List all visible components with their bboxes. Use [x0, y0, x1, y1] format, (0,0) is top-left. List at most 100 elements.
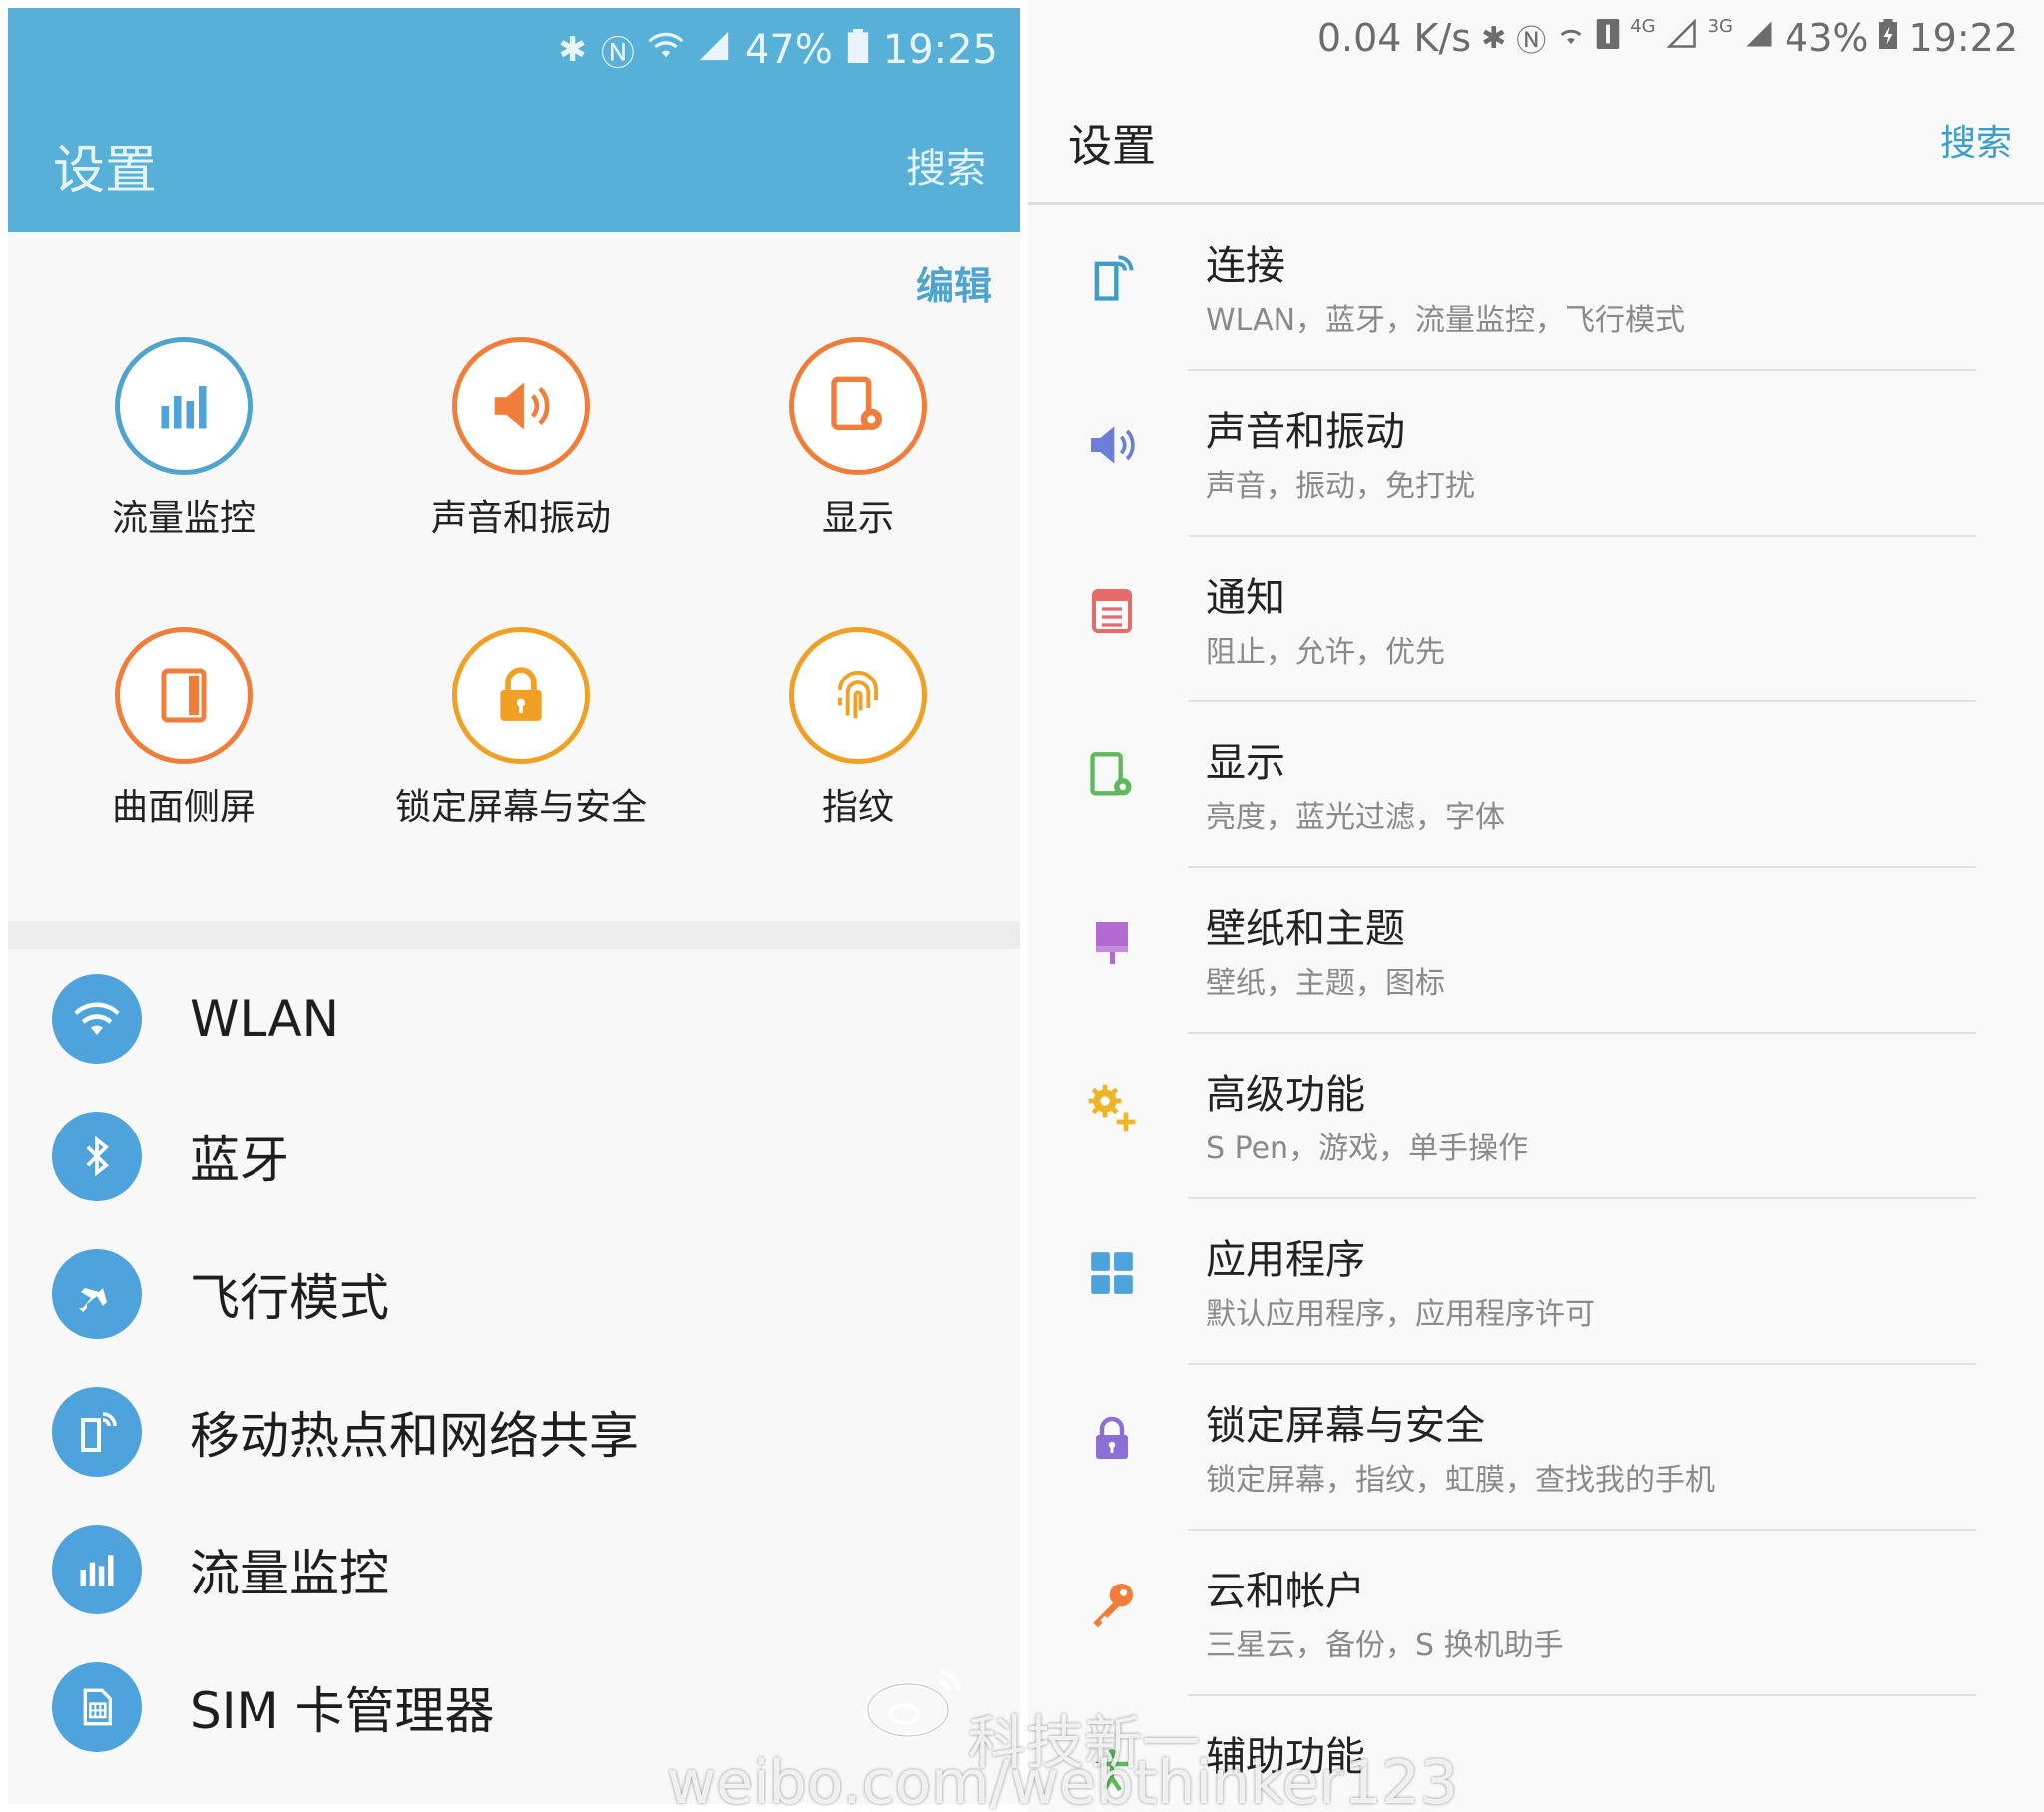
- battery-percent: 47%: [744, 27, 833, 73]
- right-status-bar: 0.04 K/s ✱ Ⓝ 4G 3G 43% 19:22: [1317, 10, 2018, 66]
- quick-lock-security[interactable]: 锁定屏幕与安全: [352, 627, 690, 866]
- quick-label: 显示: [821, 498, 894, 539]
- quick-label: 声音和振动: [430, 498, 611, 539]
- speaker-icon: [452, 337, 590, 475]
- advanced-gear-icon: [1084, 1076, 1140, 1139]
- notifications-icon: [1084, 579, 1140, 643]
- signal-icon: [697, 29, 731, 72]
- settings-item-connections[interactable]: 连接 WLAN，蓝牙，流量监控，飞行模式: [1028, 206, 2044, 371]
- status-time: 19:22: [1908, 16, 2018, 60]
- wifi-icon: [52, 974, 142, 1064]
- settings-item-wallpaper-themes[interactable]: 壁纸和主题 壁纸，主题，图标: [1028, 868, 2044, 1034]
- list-item-label: 飞行模式: [190, 1269, 389, 1327]
- accessibility-icon: [1084, 1738, 1140, 1802]
- quick-fingerprint[interactable]: 指纹: [690, 627, 1020, 866]
- settings-item-accessibility[interactable]: 辅助功能: [1028, 1696, 2044, 1812]
- quick-data-usage[interactable]: 流量监控: [15, 337, 352, 577]
- settings-item-title: 连接: [1206, 243, 1285, 289]
- settings-item-title: 声音和振动: [1206, 409, 1405, 455]
- battery-charging-icon: [1878, 19, 1898, 57]
- left-status-bar: ✱ Ⓝ 47% 19:25: [558, 20, 998, 80]
- search-button[interactable]: 搜索: [1940, 114, 2012, 166]
- network-type-2: 3G: [1707, 16, 1734, 37]
- quick-label: 曲面侧屏: [111, 787, 256, 828]
- speaker-icon: [1084, 413, 1140, 477]
- list-item-label: 流量监控: [190, 1545, 389, 1602]
- sim1-icon: [1596, 19, 1620, 57]
- quick-edge-screen[interactable]: 曲面侧屏: [15, 627, 352, 866]
- list-item-hotspot[interactable]: 移动热点和网络共享: [8, 1363, 1020, 1501]
- lock-icon: [1084, 1407, 1140, 1471]
- quick-label: 流量监控: [111, 498, 256, 539]
- wifi-status-icon: [1556, 19, 1586, 57]
- list-item-label: SIM 卡管理器: [190, 1682, 495, 1740]
- quick-sound[interactable]: 声音和振动: [352, 337, 690, 577]
- list-item-label: 移动热点和网络共享: [190, 1407, 639, 1465]
- bluetooth-status-icon: ✱: [1481, 20, 1507, 56]
- settings-item-lock-security[interactable]: 锁定屏幕与安全 锁定屏幕，指纹，虹膜，查找我的手机: [1028, 1365, 2044, 1531]
- network-type-1: 4G: [1630, 16, 1656, 37]
- settings-item-notifications[interactable]: 通知 阻止，允许，优先: [1028, 537, 2044, 702]
- left-settings-screen: ✱ Ⓝ 47% 19:25 设置 搜索 编辑 流量监控 声音和振动 显示 曲面侧…: [8, 8, 1020, 1804]
- settings-item-title: 应用程序: [1206, 1237, 1365, 1283]
- quick-label: 锁定屏幕与安全: [394, 787, 647, 828]
- lock-icon: [452, 627, 590, 764]
- settings-item-subtitle: 三星云，备份，S 换机助手: [1206, 1628, 1564, 1663]
- search-button[interactable]: 搜索: [906, 136, 986, 194]
- display-icon: [1084, 744, 1140, 808]
- list-item-bluetooth[interactable]: 蓝牙: [8, 1088, 1020, 1225]
- settings-item-subtitle: 亮度，蓝光过滤，字体: [1206, 800, 1505, 835]
- left-header: ✱ Ⓝ 47% 19:25 设置 搜索: [8, 8, 1020, 232]
- list-item-label: 蓝牙: [190, 1132, 289, 1189]
- list-item-sim-manager[interactable]: SIM 卡管理器: [8, 1638, 1020, 1776]
- nfc-icon: Ⓝ: [600, 33, 635, 74]
- quick-label: 指纹: [821, 787, 894, 828]
- settings-item-subtitle: 声音，振动，免打扰: [1206, 469, 1475, 504]
- header-divider: [1028, 202, 2044, 205]
- right-settings-screen: 0.04 K/s ✱ Ⓝ 4G 3G 43% 19:22 设置 搜索 连接 WL…: [1028, 0, 2044, 1812]
- settings-item-title: 显示: [1206, 740, 1285, 786]
- signal-icon: [1666, 18, 1698, 57]
- list-item-wlan[interactable]: WLAN: [8, 950, 1020, 1088]
- settings-item-subtitle: 默认应用程序，应用程序许可: [1206, 1297, 1595, 1332]
- settings-item-applications[interactable]: 应用程序 默认应用程序，应用程序许可: [1028, 1199, 2044, 1365]
- airplane-icon: [52, 1249, 142, 1339]
- network-speed: 0.04 K/s: [1316, 16, 1472, 60]
- data-usage-icon: [115, 337, 253, 475]
- list-item-label: WLAN: [190, 990, 340, 1048]
- settings-item-subtitle: 阻止，允许，优先: [1206, 635, 1445, 670]
- settings-item-title: 高级功能: [1206, 1072, 1365, 1118]
- quick-display[interactable]: 显示: [690, 337, 1020, 577]
- bluetooth-status-icon: ✱: [558, 30, 587, 70]
- settings-item-title: 云和帐户: [1206, 1569, 1365, 1614]
- wallpaper-brush-icon: [1084, 910, 1140, 974]
- settings-item-sound[interactable]: 声音和振动 声音，振动，免打扰: [1028, 371, 2044, 537]
- status-time: 19:25: [882, 27, 998, 73]
- connections-icon: [1084, 247, 1140, 311]
- data-usage-icon: [52, 1525, 142, 1614]
- settings-item-title: 通知: [1206, 575, 1285, 621]
- settings-item-subtitle: S Pen，游戏，单手操作: [1206, 1132, 1529, 1166]
- display-icon: [789, 337, 927, 475]
- battery-percent: 43%: [1785, 16, 1869, 60]
- signal-icon: [1743, 19, 1775, 57]
- list-item-data-usage[interactable]: 流量监控: [8, 1501, 1020, 1638]
- settings-item-cloud-accounts[interactable]: 云和帐户 三星云，备份，S 换机助手: [1028, 1531, 2044, 1696]
- sim-card-icon: [52, 1662, 142, 1752]
- settings-item-title: 锁定屏幕与安全: [1206, 1403, 1485, 1449]
- settings-item-advanced-features[interactable]: 高级功能 S Pen，游戏，单手操作: [1028, 1034, 2044, 1199]
- section-divider: [8, 921, 1020, 949]
- nfc-icon: Ⓝ: [1516, 24, 1547, 59]
- edit-button[interactable]: 编辑: [916, 255, 992, 310]
- settings-item-display[interactable]: 显示 亮度，蓝光过滤，字体: [1028, 702, 2044, 868]
- settings-item-subtitle: WLAN，蓝牙，流量监控，飞行模式: [1206, 303, 1686, 338]
- list-item-airplane[interactable]: 飞行模式: [8, 1225, 1020, 1363]
- page-title: 设置: [53, 141, 158, 201]
- page-title: 设置: [1068, 121, 1156, 172]
- settings-item-title: 壁纸和主题: [1206, 906, 1405, 952]
- hotspot-icon: [52, 1387, 142, 1477]
- settings-item-subtitle: 壁纸，主题，图标: [1206, 966, 1445, 1001]
- fingerprint-icon: [789, 627, 927, 764]
- apps-grid-icon: [1084, 1241, 1140, 1305]
- bluetooth-icon: [52, 1112, 142, 1201]
